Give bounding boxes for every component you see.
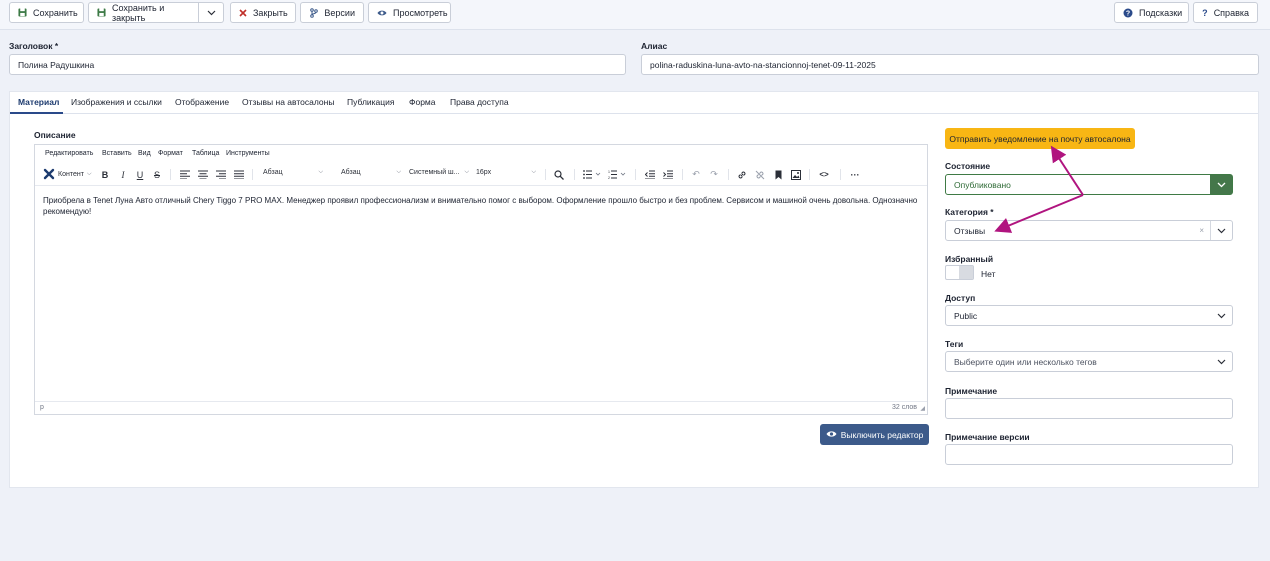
annotation-arrows [994, 145, 1084, 233]
arrow-to-notify-button [1050, 145, 1084, 196]
arrow-to-category [994, 194, 1084, 233]
